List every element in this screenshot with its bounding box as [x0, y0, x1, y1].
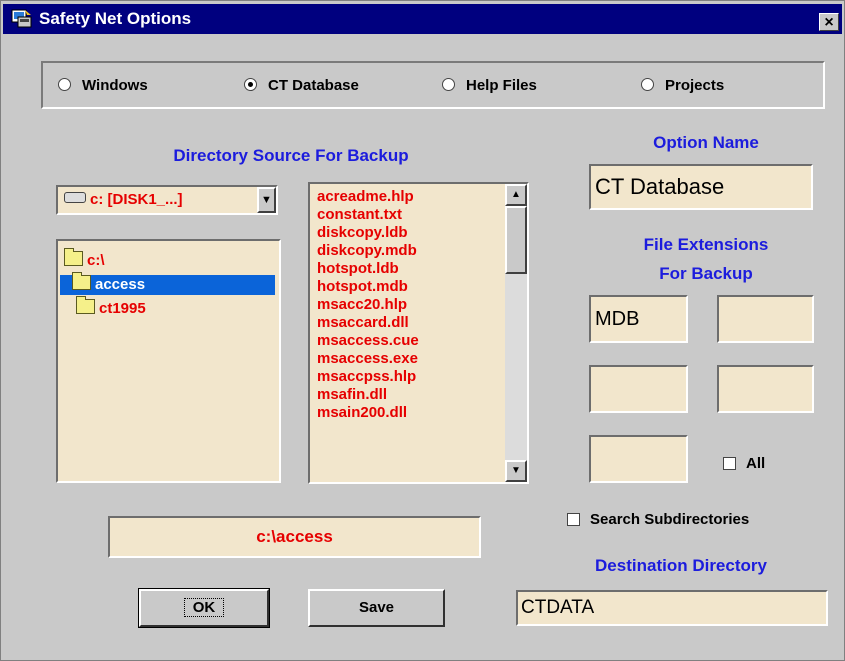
- extension-input-4[interactable]: [717, 365, 814, 413]
- open-folder-icon: [64, 248, 83, 266]
- list-item[interactable]: diskcopy.ldb: [317, 224, 408, 242]
- source-heading: Directory Source For Backup: [173, 146, 409, 165]
- radio-label: CT Database: [268, 77, 359, 94]
- list-item[interactable]: msacc20.hlp: [317, 296, 407, 314]
- checkbox-label: All: [746, 455, 766, 472]
- option-name-heading: Option Name: [653, 133, 759, 152]
- drive-value: c: [DISK1_...]: [90, 191, 183, 208]
- radio-indicator: [58, 78, 71, 91]
- radio-windows[interactable]: Windows: [58, 77, 148, 95]
- search-subdirectories-checkbox[interactable]: Search Subdirectories: [567, 511, 749, 528]
- scroll-thumb[interactable]: [505, 206, 527, 274]
- radio-label: Projects: [665, 77, 725, 94]
- all-checkbox[interactable]: All: [723, 455, 765, 472]
- radio-ct-database[interactable]: CT Database: [244, 77, 359, 95]
- tree-item-label: ct1995: [99, 300, 146, 317]
- app-icon: [11, 9, 32, 28]
- extension-input-3[interactable]: [589, 365, 688, 413]
- file-extensions-heading: File Extensions: [643, 235, 769, 254]
- list-item[interactable]: msaccess.exe: [317, 350, 418, 368]
- list-item[interactable]: constant.txt: [317, 206, 402, 224]
- tree-item-ct1995[interactable]: ct1995: [76, 296, 146, 319]
- list-item[interactable]: msaccpss.hlp: [317, 368, 416, 386]
- checkbox-label: Search Subdirectories: [590, 511, 750, 528]
- save-button[interactable]: Save: [308, 589, 445, 627]
- tree-item-root[interactable]: c:\: [64, 248, 105, 271]
- ok-label: OK: [183, 598, 225, 617]
- file-extensions-subheading: For Backup: [659, 264, 753, 283]
- destination-heading: Destination Directory: [595, 556, 767, 575]
- extension-input-5[interactable]: [589, 435, 688, 483]
- list-item[interactable]: msain200.dll: [317, 404, 407, 422]
- list-item[interactable]: msafin.dll: [317, 386, 387, 404]
- window-title: Safety Net Options: [39, 9, 192, 28]
- selected-path-field: c:\access: [108, 516, 481, 558]
- destination-directory-input[interactable]: CTDATA: [516, 590, 828, 626]
- list-item[interactable]: acreadme.hlp: [317, 188, 414, 206]
- open-folder-icon: [72, 272, 91, 290]
- vertical-scrollbar[interactable]: ▲ ▼: [505, 184, 527, 482]
- scroll-up-icon[interactable]: ▲: [505, 184, 527, 206]
- dropdown-arrow-icon[interactable]: ▼: [257, 187, 276, 213]
- folder-icon: [76, 296, 95, 314]
- extension-input-1[interactable]: MDB: [589, 295, 688, 343]
- disk-drive-icon: [64, 192, 86, 203]
- radio-indicator: [641, 78, 654, 91]
- radio-projects[interactable]: Projects: [641, 77, 724, 95]
- ok-button[interactable]: OK: [138, 588, 270, 628]
- option-name-input[interactable]: CT Database: [589, 164, 813, 210]
- radio-indicator: [442, 78, 455, 91]
- radio-label: Help Files: [466, 77, 537, 94]
- tree-item-access[interactable]: access: [60, 272, 275, 295]
- file-list[interactable]: acreadme.hlp constant.txt diskcopy.ldb d…: [308, 182, 529, 484]
- radio-label: Windows: [82, 77, 148, 94]
- drive-select[interactable]: c: [DISK1_...] ▼: [56, 185, 278, 215]
- checkbox-box: [567, 513, 580, 526]
- title-bar[interactable]: Safety Net Options ×: [3, 4, 842, 34]
- list-item[interactable]: diskcopy.mdb: [317, 242, 417, 260]
- tree-item-label: access: [95, 276, 146, 293]
- scroll-down-icon[interactable]: ▼: [505, 460, 527, 482]
- list-item[interactable]: hotspot.ldb: [317, 260, 399, 278]
- list-item[interactable]: hotspot.mdb: [317, 278, 408, 296]
- checkbox-box: [723, 457, 736, 470]
- radio-help-files[interactable]: Help Files: [442, 77, 537, 95]
- radio-indicator-selected: [244, 78, 257, 91]
- directory-tree[interactable]: c:\ access ct1995: [56, 239, 281, 483]
- tree-item-label: c:\: [87, 252, 105, 269]
- list-item[interactable]: msaccard.dll: [317, 314, 409, 332]
- dialog-window: Safety Net Options × Windows CT Database…: [0, 0, 845, 661]
- extension-input-2[interactable]: [717, 295, 814, 343]
- close-button[interactable]: ×: [819, 13, 839, 31]
- drive-label: c: [DISK1_...]: [64, 191, 183, 208]
- list-item[interactable]: msaccess.cue: [317, 332, 419, 350]
